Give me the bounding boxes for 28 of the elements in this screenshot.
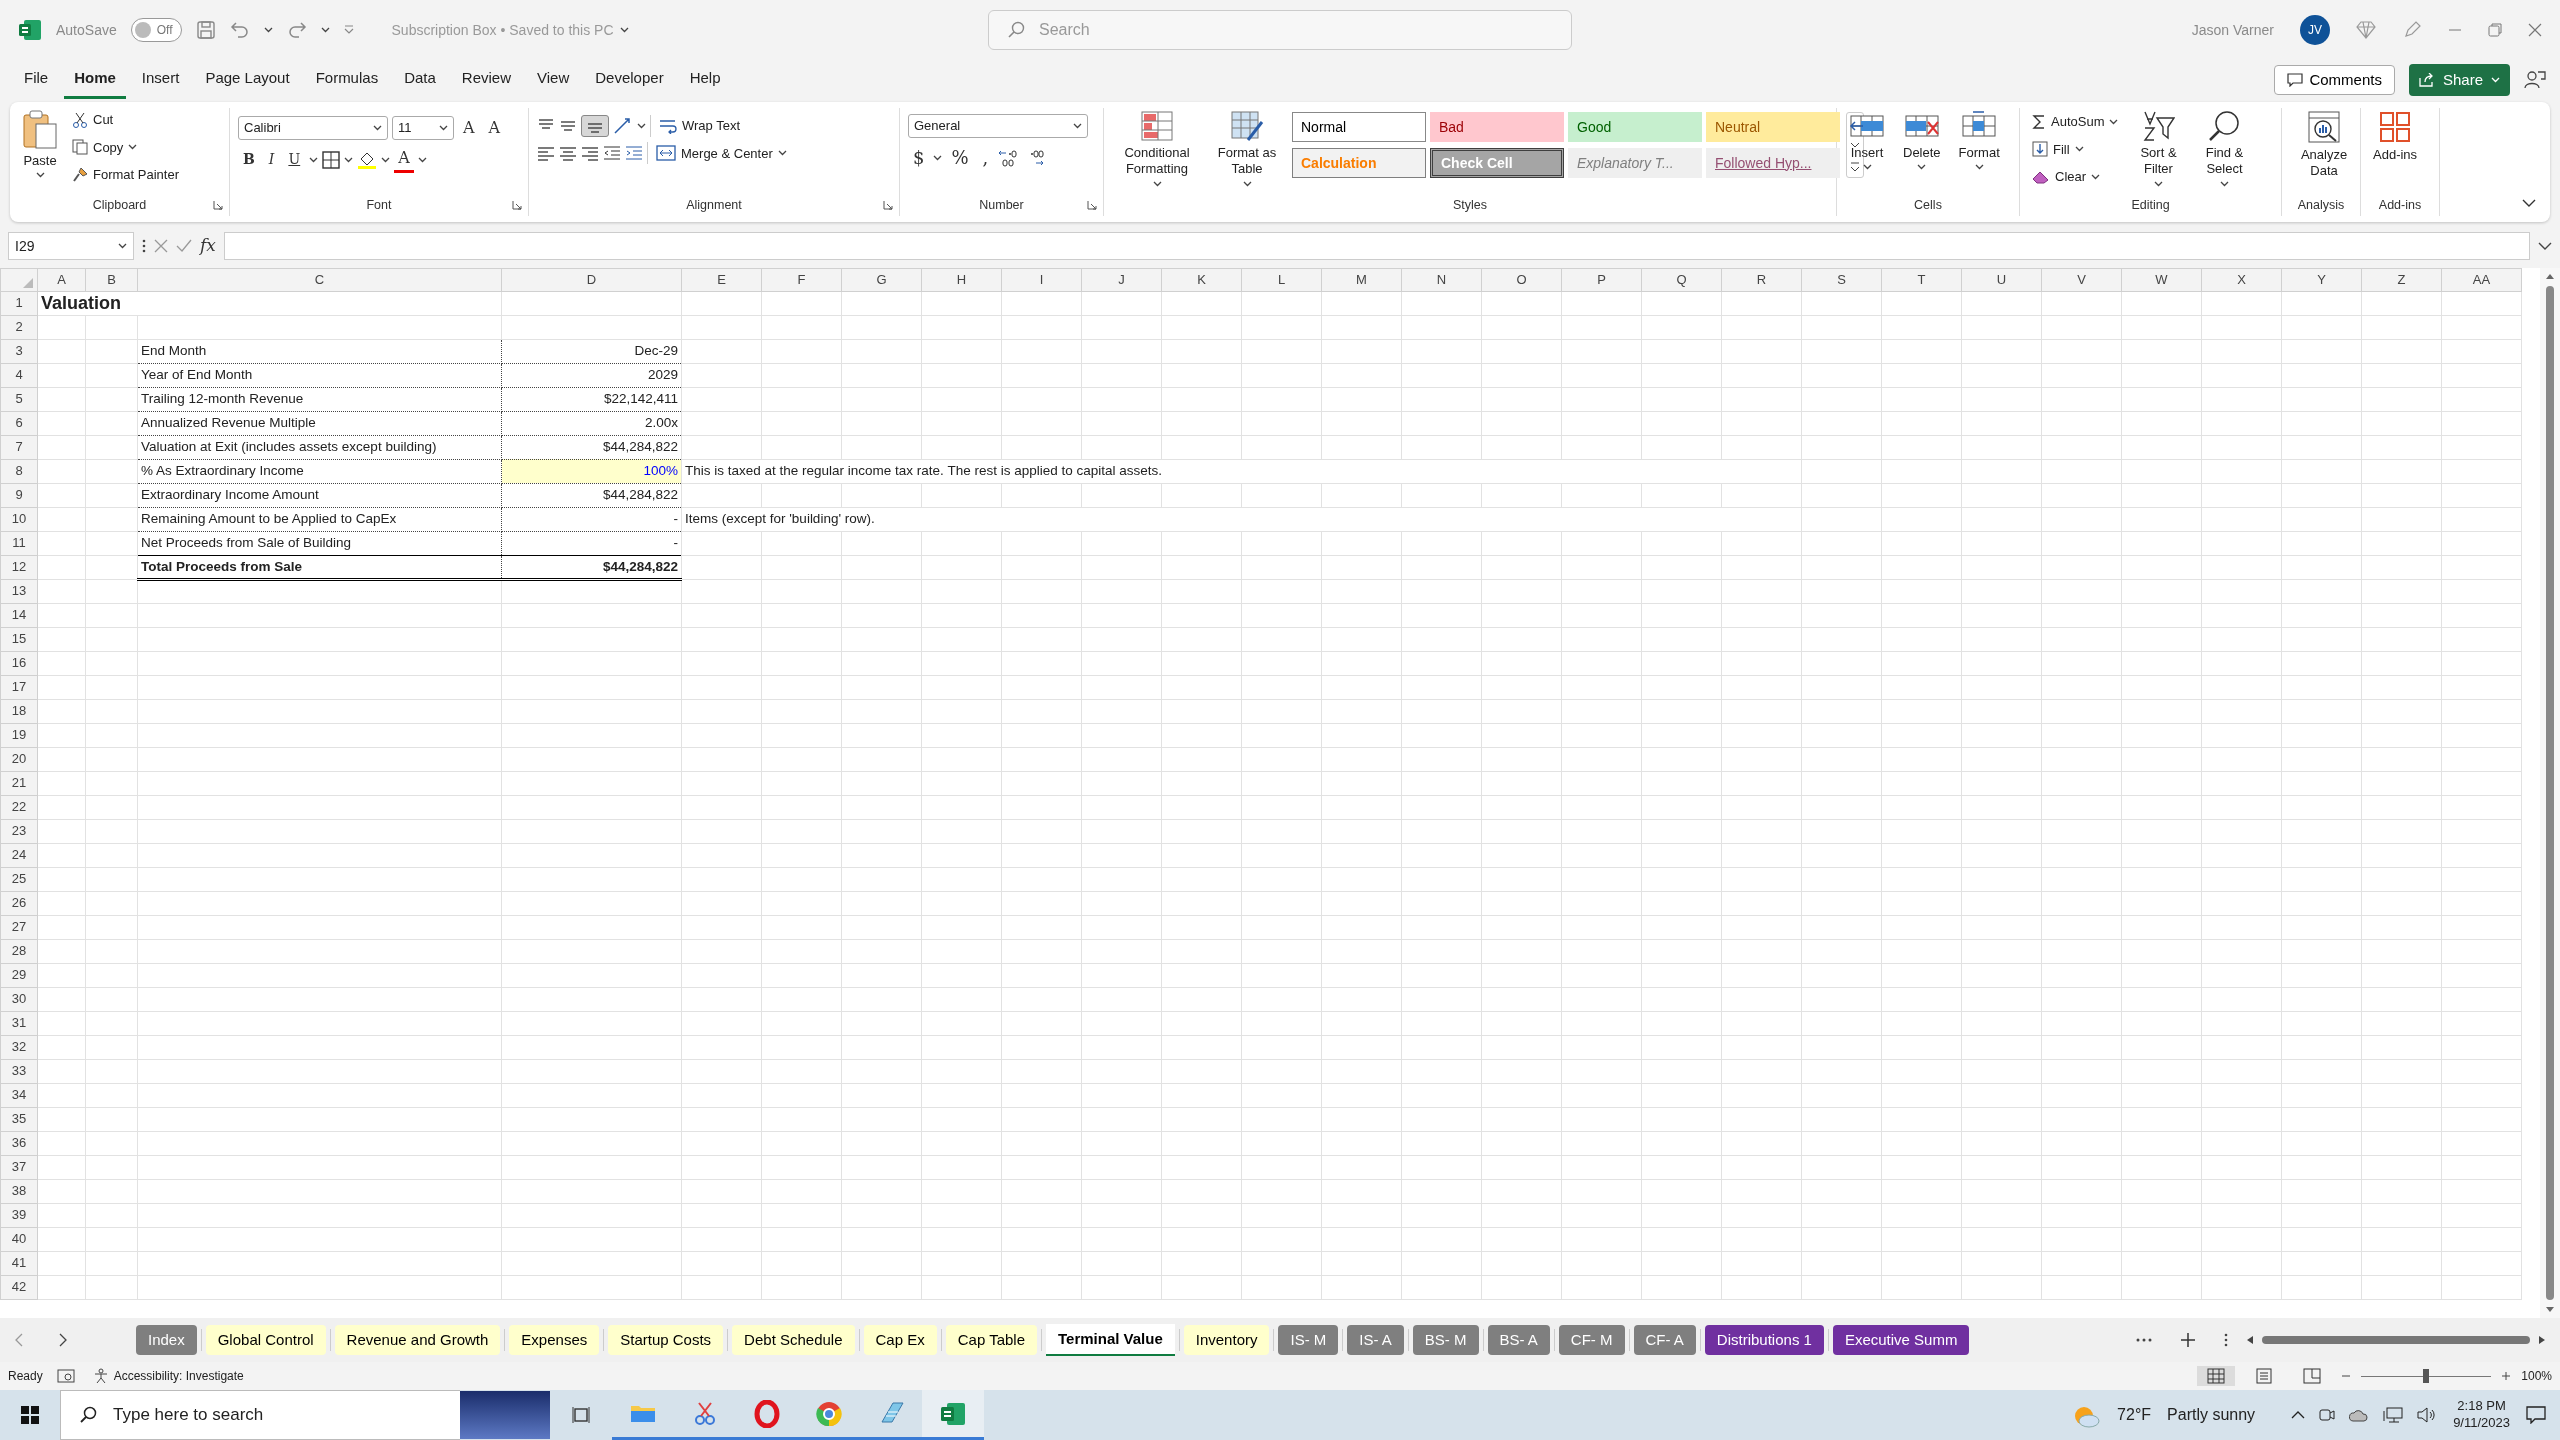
- table-cell: Items (except for 'building' row).: [681, 507, 1802, 531]
- group-label: Analysis: [2297, 196, 2345, 214]
- table-cell: Total Proceeds from Sale: [137, 555, 502, 579]
- status-text: Ready: [8, 1368, 43, 1385]
- group-label: Editing: [2131, 196, 2170, 214]
- zoom-level: 100%: [2521, 1368, 2552, 1385]
- table-cell: Trailing 12-month Revenue: [137, 387, 502, 411]
- table-cell: % As Extraordinary Income: [137, 459, 502, 483]
- table-cell: End Month: [137, 339, 502, 363]
- table-cell: Valuation at Exit (includes assets except building): [137, 435, 502, 459]
- group-label: Add-ins: [2378, 196, 2422, 214]
- table-cell: $44,284,822: [501, 555, 682, 579]
- user-name: Jason Varner: [2191, 20, 2274, 40]
- group-label: Cells: [1914, 196, 1942, 214]
- autosave-label: AutoSave: [56, 20, 117, 40]
- group-label: Number: [979, 196, 1024, 214]
- group-label: Styles: [1452, 196, 1487, 214]
- table-cell: Annualized Revenue Multiple: [137, 411, 502, 435]
- group-label: Clipboard: [92, 196, 147, 214]
- table-cell: Remaining Amount to be Applied to CapEx: [137, 507, 502, 531]
- table-cell: Extraordinary Income Amount: [137, 483, 502, 507]
- weather-text: Partly sunny: [2167, 1405, 2256, 1425]
- table-cell: Year of End Month: [137, 363, 502, 387]
- sheet-title: Valuation: [37, 291, 502, 315]
- group-label: Alignment: [686, 196, 742, 214]
- group-label: Font: [366, 196, 392, 214]
- table-cell: This is taxed at the regular income tax rate. The rest is applied to capital assets.: [681, 459, 1802, 483]
- temperature-text: 72°F: [2117, 1405, 2152, 1425]
